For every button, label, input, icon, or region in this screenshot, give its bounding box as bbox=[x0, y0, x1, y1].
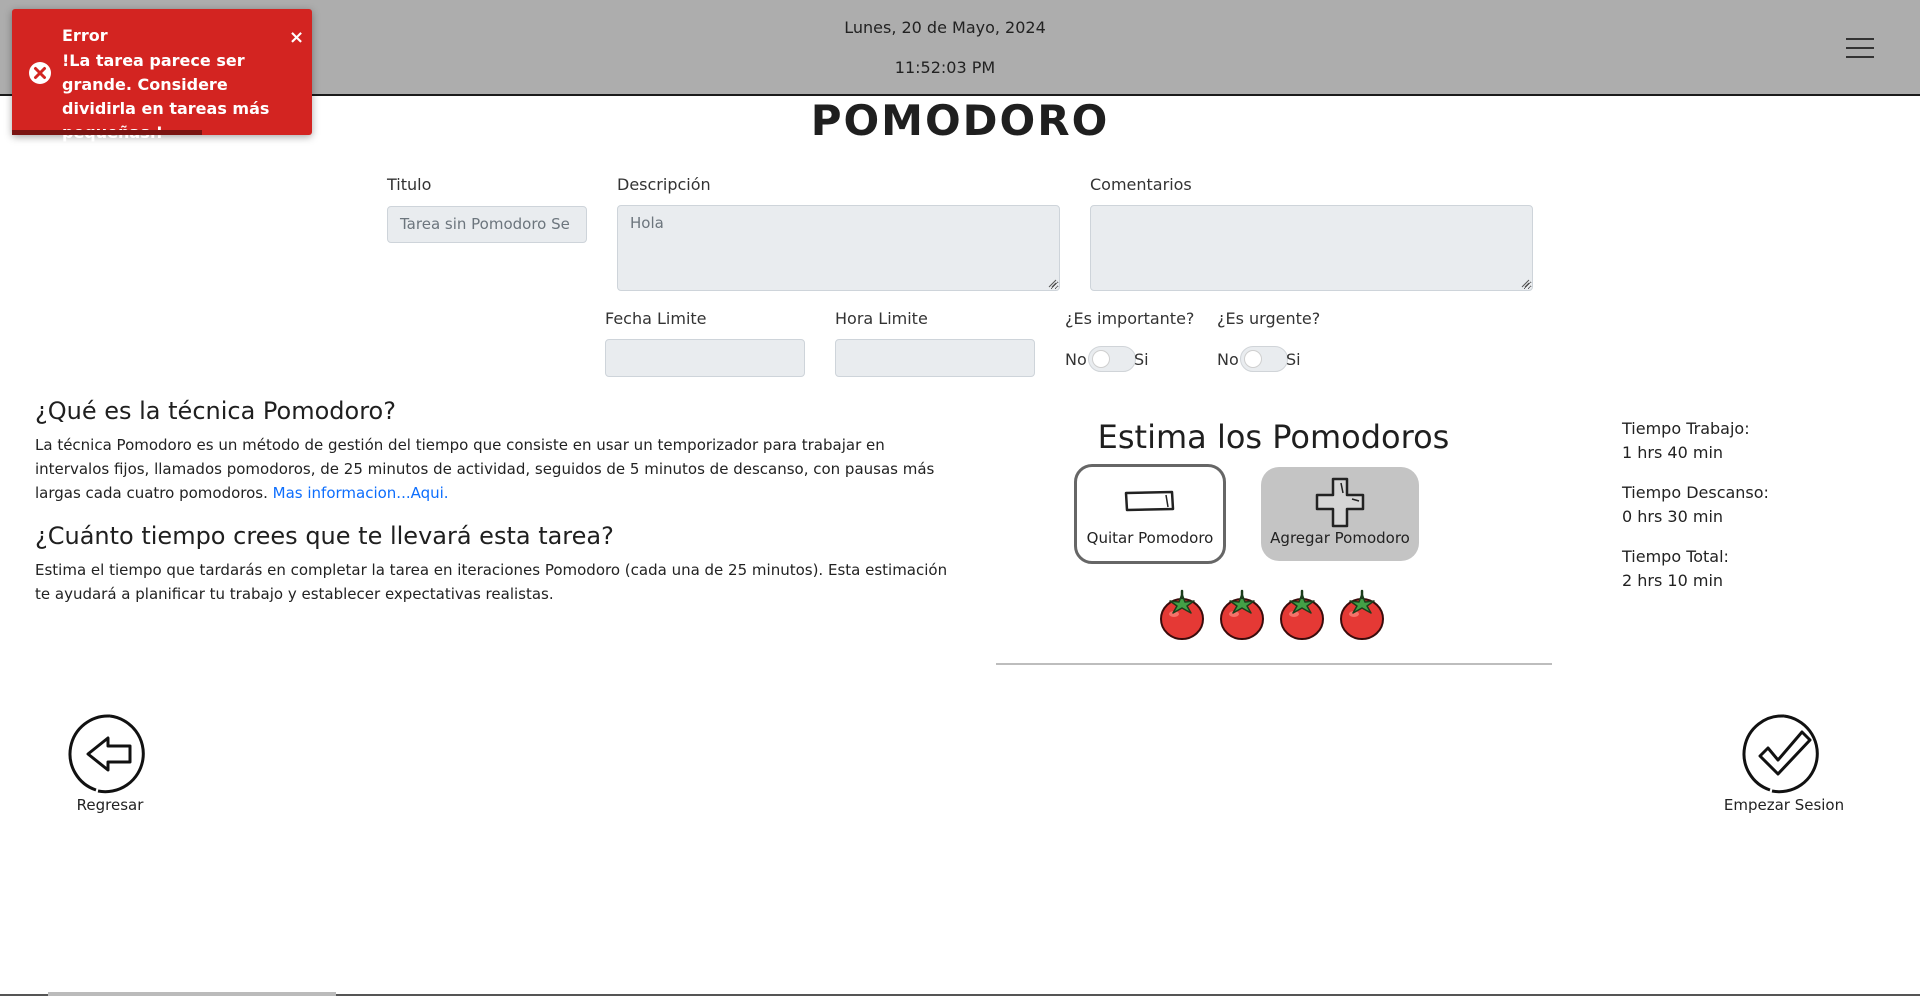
estimate-description: Estima el tiempo que tardarás en complet… bbox=[35, 561, 948, 603]
total-time-label: Tiempo Total: bbox=[1622, 547, 1729, 566]
estimate-title: Estima los Pomodoros bbox=[1097, 418, 1450, 456]
add-pomodoro-label: Agregar Pomodoro bbox=[1270, 529, 1410, 547]
comentarios-label: Comentarios bbox=[1090, 175, 1192, 194]
more-info-link[interactable]: Mas informacion...Aqui. bbox=[273, 484, 449, 502]
plus-icon bbox=[1315, 477, 1365, 528]
pomodoro-description: La técnica Pomodoro es un método de gest… bbox=[35, 433, 950, 505]
check-icon[interactable] bbox=[1742, 712, 1826, 796]
minus-icon bbox=[1124, 490, 1175, 512]
work-time-value: 1 hrs 40 min bbox=[1622, 443, 1724, 462]
urgente-label: ¿Es urgente? bbox=[1217, 309, 1321, 328]
toggle-no-label: No bbox=[1065, 350, 1087, 369]
page-title: POMODORO bbox=[810, 96, 1110, 145]
toggle-no-label: No bbox=[1217, 350, 1239, 369]
toast-close-icon[interactable]: × bbox=[289, 27, 304, 48]
tomato-list bbox=[1158, 588, 1398, 644]
error-icon bbox=[29, 62, 51, 84]
toggle-si-label: Si bbox=[1286, 350, 1301, 369]
break-time-value: 0 hrs 30 min bbox=[1622, 507, 1724, 526]
tomato-icon bbox=[1340, 589, 1384, 640]
toggle-si-label: Si bbox=[1134, 350, 1149, 369]
pomodoro-question-heading: ¿Qué es la técnica Pomodoro? bbox=[35, 397, 396, 425]
descripcion-textarea[interactable]: Hola bbox=[617, 205, 1060, 291]
menu-icon[interactable] bbox=[1846, 38, 1874, 60]
fecha-limite-label: Fecha Limite bbox=[605, 309, 707, 328]
toast-title: Error bbox=[62, 26, 108, 45]
descripcion-value: Hola bbox=[630, 214, 664, 232]
importante-label: ¿Es importante? bbox=[1065, 309, 1195, 328]
remove-pomodoro-button[interactable]: Quitar Pomodoro bbox=[1074, 464, 1226, 564]
urgente-toggle-group: No Si bbox=[1217, 346, 1317, 374]
fecha-limite-input[interactable] bbox=[605, 339, 805, 377]
tomato-icon bbox=[1220, 589, 1264, 640]
descripcion-label: Descripción bbox=[617, 175, 711, 194]
comentarios-textarea[interactable] bbox=[1090, 205, 1533, 291]
hora-limite-input[interactable] bbox=[835, 339, 1035, 377]
importante-toggle-group: No Si bbox=[1065, 346, 1165, 374]
remove-pomodoro-label: Quitar Pomodoro bbox=[1086, 529, 1214, 547]
total-time-value: 2 hrs 10 min bbox=[1622, 571, 1724, 590]
titulo-input[interactable]: Tarea sin Pomodoro Se bbox=[387, 206, 587, 243]
add-pomodoro-button[interactable]: Agregar Pomodoro bbox=[1261, 467, 1419, 561]
importante-switch[interactable] bbox=[1088, 346, 1136, 372]
back-arrow-icon[interactable] bbox=[68, 712, 152, 796]
estimate-question-heading: ¿Cuánto tiempo crees que te llevará esta… bbox=[35, 522, 614, 550]
tomato-icon bbox=[1160, 589, 1204, 640]
hora-limite-label: Hora Limite bbox=[835, 309, 928, 328]
start-session-label[interactable]: Empezar Sesion bbox=[1704, 796, 1864, 814]
break-time-label: Tiempo Descanso: bbox=[1622, 483, 1769, 502]
work-time-label: Tiempo Trabajo: bbox=[1622, 419, 1750, 438]
estimate-divider bbox=[996, 663, 1552, 665]
back-button-label[interactable]: Regresar bbox=[50, 796, 170, 814]
pomodoro-description-text: La técnica Pomodoro es un método de gest… bbox=[35, 436, 935, 502]
resize-grip-icon[interactable] bbox=[1048, 279, 1057, 288]
urgente-switch[interactable] bbox=[1240, 346, 1288, 372]
bottom-scroll-segment bbox=[48, 992, 336, 996]
tomato-icon bbox=[1280, 589, 1324, 640]
resize-grip-icon[interactable] bbox=[1521, 279, 1530, 288]
titulo-label: Titulo bbox=[387, 175, 432, 194]
